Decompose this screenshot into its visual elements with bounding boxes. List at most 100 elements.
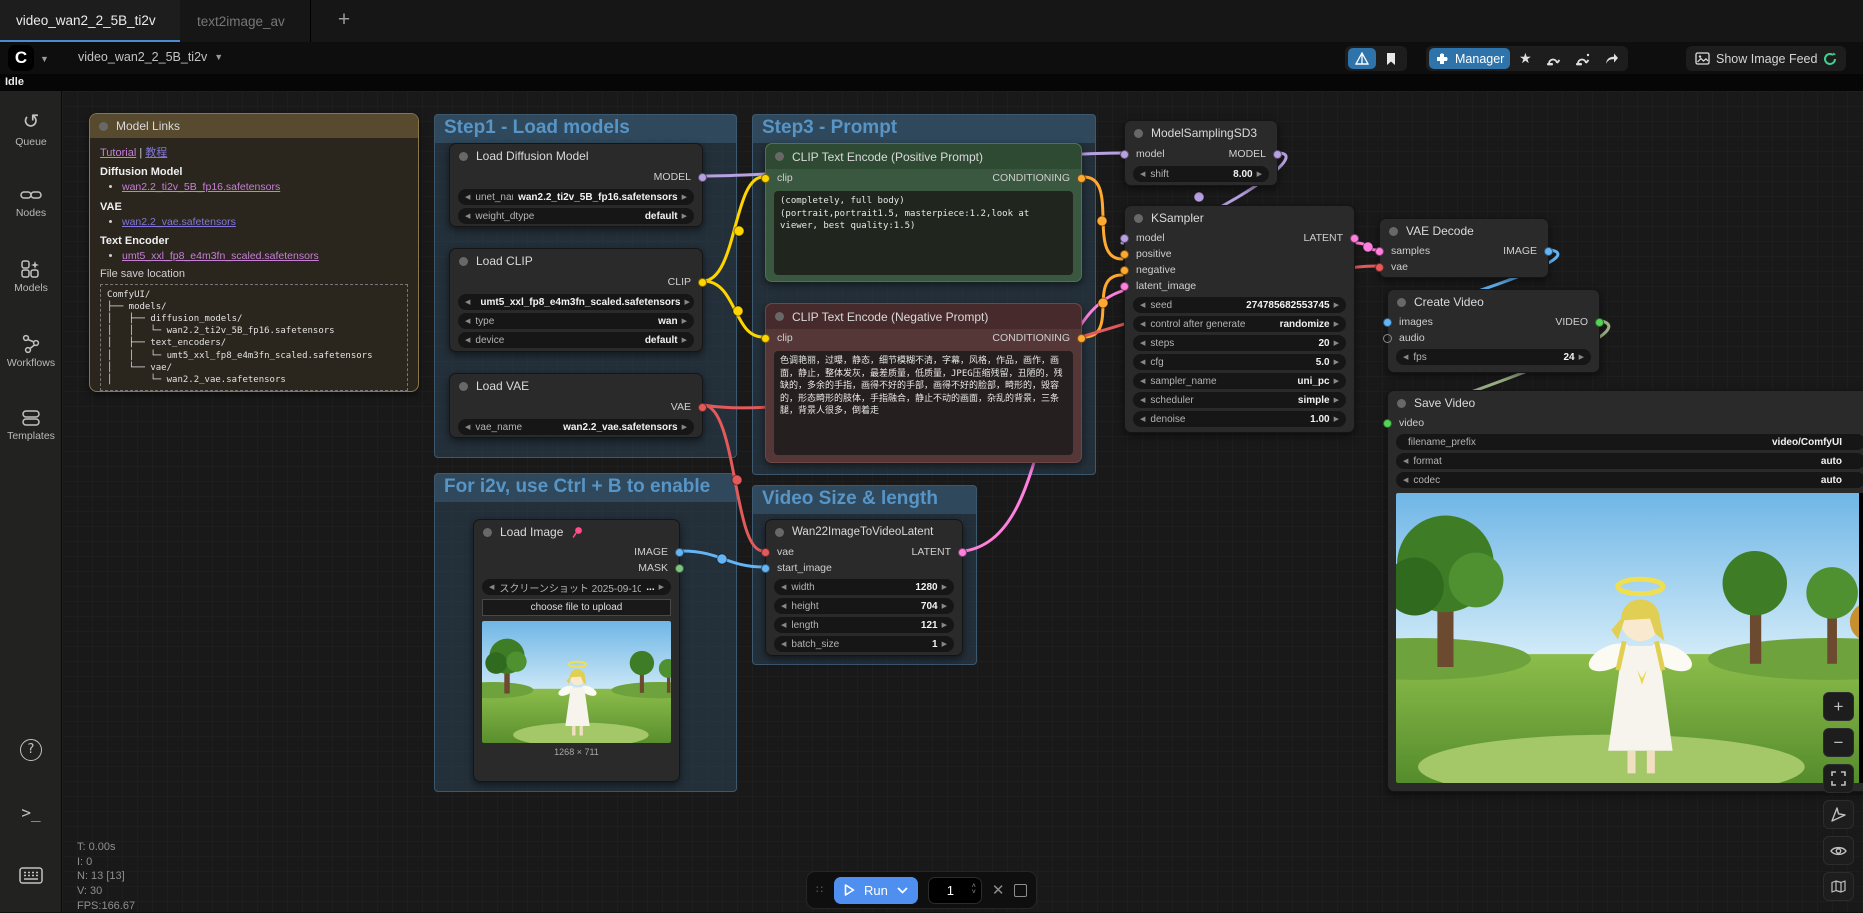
- collapse-dot[interactable]: [1389, 227, 1398, 236]
- widget-fps[interactable]: ◀ fps 24▶: [1396, 349, 1591, 365]
- clean-all-button[interactable]: [1569, 48, 1596, 69]
- tab-video-wan[interactable]: video_wan2_2_5B_ti2v: [0, 0, 180, 42]
- widget-clip-name[interactable]: ◀ clip_… umt5_xxl_fp8_e4m3fn_scaled.safe…: [458, 294, 694, 310]
- node-model-sampling-sd3[interactable]: ModelSamplingSD3 model MODEL ◀ shift 8.0…: [1124, 120, 1278, 186]
- output-latent-port[interactable]: [1350, 234, 1359, 243]
- node-ksampler[interactable]: KSampler model LATENT positive negative …: [1124, 205, 1355, 433]
- widget-seed[interactable]: ◀ seed 274785682553745▶: [1133, 297, 1346, 313]
- widget-type[interactable]: ◀ type wan▶: [458, 313, 694, 329]
- output-video-port[interactable]: [1595, 318, 1604, 327]
- cancel-run-button[interactable]: ✕: [992, 881, 1005, 899]
- choose-file-button[interactable]: choose file to upload: [482, 599, 671, 616]
- diffusion-model-link[interactable]: wan2.2_ti2v_5B_fp16.safetensors: [122, 181, 280, 193]
- collapse-dot[interactable]: [459, 382, 468, 391]
- node-load-clip[interactable]: Load CLIP CLIP ◀ clip_… umt5_xxl_fp8_e4m…: [449, 248, 703, 352]
- toggle-link-visibility-button[interactable]: [1823, 836, 1854, 865]
- input-clip-port[interactable]: [761, 174, 770, 183]
- widget-filename-prefix[interactable]: filename_prefix video/ComfyUI: [1396, 434, 1863, 450]
- widget-height[interactable]: ◀ height 704▶: [774, 598, 954, 614]
- collapse-dot[interactable]: [459, 257, 468, 266]
- input-vae-port[interactable]: [1375, 263, 1384, 272]
- zoom-in-button[interactable]: +: [1823, 692, 1854, 721]
- input-latent-image-port[interactable]: [1120, 282, 1129, 291]
- output-clip-port[interactable]: [698, 278, 707, 287]
- comfyui-logo-icon[interactable]: C: [8, 45, 34, 71]
- new-workflow-button[interactable]: +: [330, 8, 358, 34]
- video-preview[interactable]: [1396, 493, 1863, 783]
- widget-control-after-generate[interactable]: ◀ control after generate randomize▶: [1133, 316, 1346, 332]
- tutorial-zh-link[interactable]: 教程: [145, 147, 167, 159]
- input-samples-port[interactable]: [1375, 247, 1384, 256]
- favorites-button[interactable]: ★: [1512, 48, 1538, 69]
- widget-format[interactable]: ◀ format auto: [1396, 453, 1863, 469]
- output-model-port[interactable]: [698, 173, 707, 182]
- widget-codec[interactable]: ◀ codec auto: [1396, 472, 1863, 488]
- input-start-image-port[interactable]: [761, 564, 770, 573]
- graph-view-button[interactable]: [1348, 48, 1376, 69]
- widget-vae-name[interactable]: ◀ vae_name wan2.2_vae.safetensors▶: [458, 419, 694, 435]
- input-clip-port[interactable]: [761, 334, 770, 343]
- collapse-dot[interactable]: [459, 152, 468, 161]
- input-images-port[interactable]: [1383, 318, 1392, 327]
- clean-workflow-button[interactable]: [1540, 48, 1567, 69]
- node-load-diffusion-model[interactable]: Load Diffusion Model MODEL ◀ unet_name w…: [449, 143, 703, 227]
- output-conditioning-port[interactable]: [1077, 334, 1086, 343]
- input-model-port[interactable]: [1120, 150, 1129, 159]
- widget-batch-size[interactable]: ◀ batch_size 1▶: [774, 636, 954, 652]
- drag-handle[interactable]: ∷: [816, 888, 824, 893]
- widget-image-file[interactable]: ◀ スクリーンショット 2025-09-10 ...▶: [482, 579, 671, 595]
- widget-length[interactable]: ◀ length 121▶: [774, 617, 954, 633]
- output-image-port[interactable]: [1544, 247, 1553, 256]
- zoom-out-button[interactable]: −: [1823, 728, 1854, 757]
- node-save-video[interactable]: Save Video video filename_prefix video/C…: [1387, 390, 1863, 792]
- output-model-port[interactable]: [1273, 150, 1282, 159]
- sidebar-item-shortcuts[interactable]: [0, 867, 62, 887]
- sidebar-item-queue[interactable]: ↺ Queue: [0, 109, 62, 148]
- input-positive-port[interactable]: [1120, 250, 1129, 259]
- node-wan22-image-to-video-latent[interactable]: Wan22ImageToVideoLatent vae LATENT start…: [765, 519, 963, 656]
- input-negative-port[interactable]: [1120, 266, 1129, 275]
- sidebar-item-models[interactable]: Models: [0, 259, 62, 294]
- output-image-port[interactable]: [675, 548, 684, 557]
- collapse-dot[interactable]: [1397, 298, 1406, 307]
- output-mask-port[interactable]: [675, 564, 684, 573]
- select-mode-button[interactable]: [1823, 800, 1854, 829]
- vae-link[interactable]: wan2.2_vae.safetensors: [122, 216, 236, 228]
- batch-count-stepper[interactable]: 1 ˄˅: [928, 877, 982, 904]
- input-video-port[interactable]: [1383, 419, 1392, 428]
- chevron-down-icon[interactable]: ▼: [40, 54, 49, 64]
- minimap-button[interactable]: [1823, 872, 1854, 901]
- widget-unet-name[interactable]: ◀ unet_name wan2.2_ti2v_5B_fp16.safetens…: [458, 189, 694, 205]
- note-node-model-links[interactable]: Model Links Tutorial | 教程 Diffusion Mode…: [89, 113, 419, 392]
- widget-shift[interactable]: ◀ shift 8.00▶: [1133, 166, 1269, 182]
- widget-device[interactable]: ◀ device default▶: [458, 332, 694, 348]
- input-model-port[interactable]: [1120, 234, 1129, 243]
- sidebar-item-terminal[interactable]: >_: [0, 803, 62, 825]
- widget-weight-dtype[interactable]: ◀ weight_dtype default▶: [458, 208, 694, 224]
- sidebar-item-templates[interactable]: Templates: [0, 409, 62, 442]
- tutorial-link[interactable]: Tutorial: [100, 147, 136, 159]
- output-latent-port[interactable]: [958, 548, 967, 557]
- collapse-dot[interactable]: [99, 122, 108, 131]
- run-button[interactable]: Run: [834, 877, 918, 904]
- collapse-dot[interactable]: [1134, 129, 1143, 138]
- node-vae-decode[interactable]: VAE Decode samples IMAGE vae: [1379, 218, 1549, 278]
- node-load-vae[interactable]: Load VAE VAE ◀ vae_name wan2.2_vae.safet…: [449, 373, 703, 438]
- output-conditioning-port[interactable]: [1077, 174, 1086, 183]
- refresh-green-icon[interactable]: [1823, 52, 1837, 66]
- collapse-dot[interactable]: [1397, 399, 1406, 408]
- widget-cfg[interactable]: ◀ cfg 5.0▶: [1133, 354, 1346, 370]
- chevron-down-icon[interactable]: [897, 887, 908, 894]
- sidebar-item-workflows[interactable]: Workflows: [0, 334, 62, 369]
- collapse-dot[interactable]: [775, 152, 784, 161]
- node-clip-text-encode-negative[interactable]: CLIP Text Encode (Negative Prompt) clip …: [765, 303, 1082, 463]
- widget-width[interactable]: ◀ width 1280▶: [774, 579, 954, 595]
- manager-button[interactable]: Manager: [1429, 48, 1510, 69]
- show-image-feed-button[interactable]: Show Image Feed: [1689, 48, 1843, 69]
- text-encoder-link[interactable]: umt5_xxl_fp8_e4m3fn_scaled.safetensors: [122, 250, 319, 262]
- share-button[interactable]: [1598, 48, 1625, 69]
- tab-text2image[interactable]: text2image_av: [181, 0, 311, 42]
- node-create-video[interactable]: Create Video images VIDEO audio ◀ fps 24…: [1387, 289, 1600, 373]
- image-preview[interactable]: [482, 621, 671, 743]
- node-load-image[interactable]: Load Image IMAGE MASK ◀ スクリーンショット 2025-0…: [473, 519, 680, 782]
